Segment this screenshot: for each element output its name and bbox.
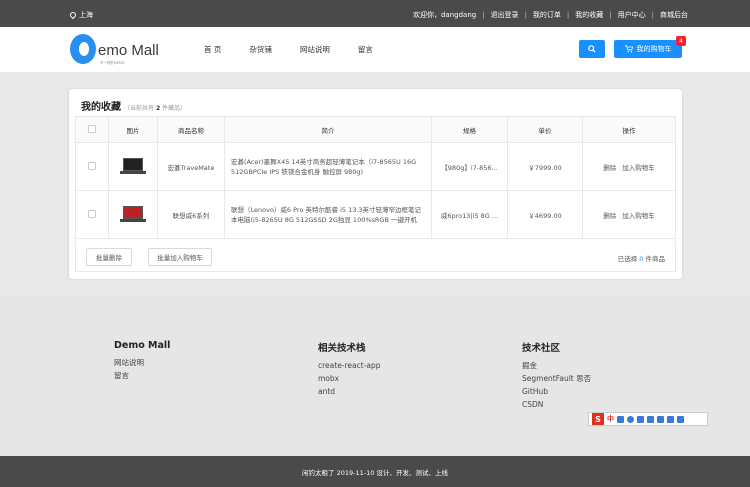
favorites-count: 2 bbox=[155, 105, 161, 112]
ime-keyboard-icon[interactable] bbox=[647, 415, 654, 423]
favorites-title: 我的收藏 （当前共有 2 件藏品） bbox=[81, 98, 186, 113]
ime-punct-icon[interactable] bbox=[617, 415, 624, 423]
user-center-link[interactable]: 用户中心 bbox=[618, 10, 646, 20]
welcome-user-link[interactable]: 欢迎你，dangdang bbox=[413, 10, 476, 20]
ime-toolbar[interactable]: S 中 bbox=[588, 412, 708, 426]
site-footer: Demo Mall 网站说明 留言 相关技术栈 create-react-app… bbox=[0, 296, 750, 456]
ime-tools-icon[interactable] bbox=[677, 415, 684, 423]
footer-col-tech: 相关技术栈 create-react-app mobx antd bbox=[318, 340, 381, 398]
footer-link[interactable]: GitHub bbox=[522, 385, 591, 398]
col-desc: 简介 bbox=[224, 116, 432, 143]
footer-link[interactable]: antd bbox=[318, 385, 381, 398]
col-image: 图片 bbox=[108, 116, 158, 143]
footer-link[interactable]: CSDN bbox=[522, 398, 591, 411]
cart-icon bbox=[624, 45, 633, 53]
footer-link[interactable]: 网站说明 bbox=[114, 356, 170, 369]
select-all-header bbox=[75, 116, 109, 143]
my-orders-link[interactable]: 我的订单 bbox=[533, 10, 561, 20]
product-spec: 【980g】i7-856... bbox=[431, 142, 508, 191]
logout-link[interactable]: 退出登录 bbox=[491, 10, 519, 20]
admin-link[interactable]: 商城后台 bbox=[660, 10, 688, 20]
site-logo[interactable]: emo Mall 不一样的DEMO bbox=[70, 34, 180, 66]
add-to-cart-link[interactable]: 加入购物车 bbox=[622, 212, 655, 220]
product-price: ￥4699.00 bbox=[507, 190, 583, 239]
top-links: 欢迎你，dangdang | 退出登录 | 我的订单 | 我的收藏 | 用户中心 | 商城… bbox=[412, 10, 688, 20]
location-label: 上海 bbox=[79, 11, 93, 19]
ime-voice-icon[interactable] bbox=[637, 415, 644, 423]
logo-subtext: 不一样的DEMO bbox=[100, 61, 125, 65]
location[interactable]: 上海 bbox=[68, 10, 93, 20]
footer-link[interactable]: SegmentFault 思否 bbox=[522, 372, 591, 385]
product-price: ￥7999.00 bbox=[507, 142, 583, 191]
col-price: 单价 bbox=[507, 116, 583, 143]
footer-col-community: 技术社区 掘金 SegmentFault 思否 GitHub CSDN bbox=[522, 340, 591, 411]
main-nav: 首 页 杂货铺 网站说明 留言 bbox=[204, 44, 373, 55]
row-checkbox[interactable] bbox=[88, 161, 96, 170]
ime-logo-icon: S bbox=[592, 413, 604, 425]
selected-count: 0 bbox=[639, 255, 644, 263]
footer-col-title: Demo Mall bbox=[114, 340, 171, 351]
copyright-bar: 闲钓太粮了 2019-11-10 设计、开发、测试、上线 bbox=[0, 456, 750, 487]
footer-link[interactable]: mobx bbox=[318, 372, 381, 385]
nav-about[interactable]: 网站说明 bbox=[300, 44, 330, 55]
search-icon bbox=[588, 45, 596, 53]
favorites-panel: 我的收藏 （当前共有 2 件藏品） 图片 商品名称 简介 规格 单价 操作 宏碁T… bbox=[69, 89, 682, 279]
col-name: 商品名称 bbox=[157, 116, 225, 143]
nav-store[interactable]: 杂货铺 bbox=[249, 44, 272, 55]
delete-link[interactable]: 删除 bbox=[603, 164, 616, 172]
footer-link[interactable]: create-react-app bbox=[318, 359, 381, 372]
add-to-cart-link[interactable]: 加入购物车 bbox=[622, 164, 655, 172]
logo-d-mark bbox=[70, 34, 96, 64]
table-row: 联想威6系列 联想（Lenovo）威6 Pro 英特尔酷睿 i5 13.3英寸轻… bbox=[75, 190, 676, 239]
footer-col-title: 技术社区 bbox=[522, 343, 561, 354]
favorites-title-text: 我的收藏 bbox=[81, 102, 121, 113]
nav-message[interactable]: 留言 bbox=[358, 44, 373, 55]
product-thumbnail[interactable] bbox=[120, 156, 146, 176]
ime-skin-icon[interactable] bbox=[667, 415, 674, 423]
ime-user-icon[interactable] bbox=[657, 415, 664, 423]
product-desc: 联想（Lenovo）威6 Pro 英特尔酷睿 i5 13.3英寸轻薄窄边框笔记本… bbox=[224, 190, 432, 239]
row-checkbox[interactable] bbox=[88, 209, 96, 218]
col-ops: 操作 bbox=[582, 116, 676, 143]
top-bar: 上海 欢迎你，dangdang | 退出登录 | 我的订单 | 我的收藏 | 用户中心 |… bbox=[0, 0, 750, 27]
nav-home[interactable]: 首 页 bbox=[204, 44, 221, 55]
footer-col-title: 相关技术栈 bbox=[318, 343, 366, 354]
product-desc: 宏碁(Acer)墨舞X45 14英寸商务超轻薄笔记本（i7-8565U 16G … bbox=[224, 142, 432, 191]
col-spec: 规格 bbox=[431, 116, 508, 143]
site-header: emo Mall 不一样的DEMO 首 页 杂货铺 网站说明 留言 我的购物车 … bbox=[0, 27, 750, 72]
logo-text: emo Mall bbox=[98, 42, 159, 59]
batch-add-to-cart-button[interactable]: 批量加入购物车 bbox=[148, 248, 212, 266]
footer-col-site: Demo Mall 网站说明 留言 bbox=[114, 340, 170, 382]
table-row: 宏碁TraveMate 宏碁(Acer)墨舞X45 14英寸商务超轻薄笔记本（i… bbox=[75, 142, 676, 191]
cart-count-badge: 4 bbox=[676, 36, 686, 46]
ime-emoji-icon[interactable] bbox=[627, 415, 634, 423]
product-name[interactable]: 宏碁TraveMate bbox=[157, 142, 225, 191]
ime-mode[interactable]: 中 bbox=[607, 414, 614, 424]
batch-delete-button[interactable]: 批量删除 bbox=[86, 248, 132, 266]
location-pin-icon bbox=[68, 10, 78, 20]
footer-link[interactable]: 掘金 bbox=[522, 359, 591, 372]
product-name[interactable]: 联想威6系列 bbox=[157, 190, 225, 239]
search-button[interactable] bbox=[579, 40, 605, 58]
table-footer: 批量删除 批量加入购物车 已选择 0 件商品 bbox=[75, 241, 676, 272]
select-all-checkbox[interactable] bbox=[88, 124, 96, 133]
cart-button[interactable]: 我的购物车 bbox=[614, 40, 682, 58]
delete-link[interactable]: 删除 bbox=[603, 212, 616, 220]
cart-label: 我的购物车 bbox=[636, 45, 672, 53]
my-favorites-link[interactable]: 我的收藏 bbox=[575, 10, 603, 20]
footer-link[interactable]: 留言 bbox=[114, 369, 170, 382]
product-spec: 威6pro13|i5 8G ... bbox=[431, 190, 508, 239]
favorites-count-note: （当前共有 2 件藏品） bbox=[124, 105, 187, 112]
product-thumbnail[interactable] bbox=[120, 204, 146, 224]
favorites-table: 图片 商品名称 简介 规格 单价 操作 宏碁TraveMate 宏碁(Acer)… bbox=[75, 116, 676, 239]
selected-info: 已选择 0 件商品 bbox=[617, 255, 665, 263]
copyright-text: 闲钓太粮了 2019-11-10 设计、开发、测试、上线 bbox=[302, 468, 448, 477]
